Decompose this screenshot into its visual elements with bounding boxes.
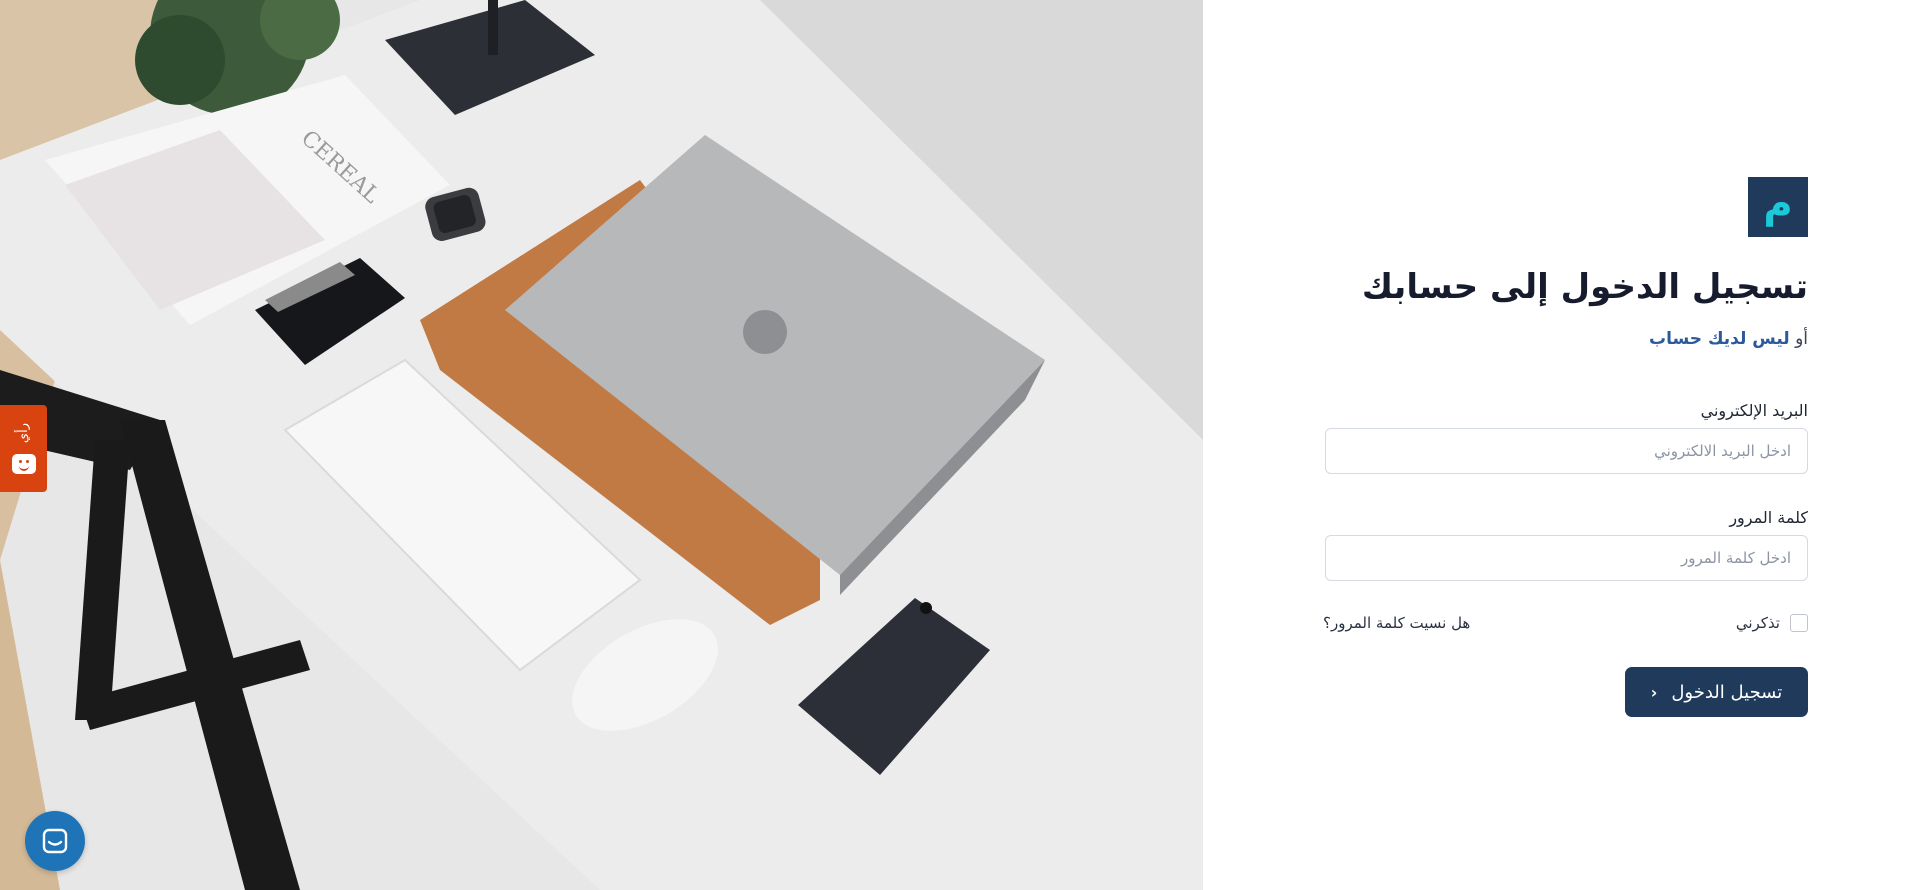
chat-icon <box>42 828 68 854</box>
page-title: تسجيل الدخول إلى حسابك <box>1361 267 1808 307</box>
chevron-left-icon: ‹ <box>1650 682 1658 702</box>
feedback-label: رأي <box>16 423 31 444</box>
email-field[interactable] <box>1325 428 1808 474</box>
password-field[interactable] <box>1325 535 1808 581</box>
remember-me-checkbox[interactable] <box>1790 614 1808 632</box>
signup-prompt: أو ليس لديك حساب <box>1649 329 1808 349</box>
chat-launcher-button[interactable] <box>25 811 85 871</box>
hero-photo: CEREAL <box>0 0 1203 890</box>
brand-logo-glyph: م <box>1763 181 1793 227</box>
signup-link[interactable]: ليس لديك حساب <box>1649 329 1790 349</box>
login-button-label: تسجيل الدخول <box>1671 681 1783 703</box>
email-label: البريد الإلكتروني <box>1700 401 1808 420</box>
password-label: كلمة المرور <box>1729 508 1808 527</box>
brand-logo: م <box>1748 177 1808 237</box>
login-button[interactable]: تسجيل الدخول ‹ <box>1625 667 1808 717</box>
signup-prefix: أو <box>1795 329 1808 349</box>
login-panel: م تسجيل الدخول إلى حسابك أو ليس لديك حسا… <box>1203 0 1920 890</box>
feedback-tab[interactable]: رأي <box>0 405 47 492</box>
remember-me[interactable]: تذكرني <box>1736 614 1808 632</box>
remember-me-label: تذكرني <box>1735 614 1780 632</box>
feedback-smiley-icon <box>11 453 36 474</box>
forgot-password-link[interactable]: هل نسيت كلمة المرور؟ <box>1323 614 1470 632</box>
